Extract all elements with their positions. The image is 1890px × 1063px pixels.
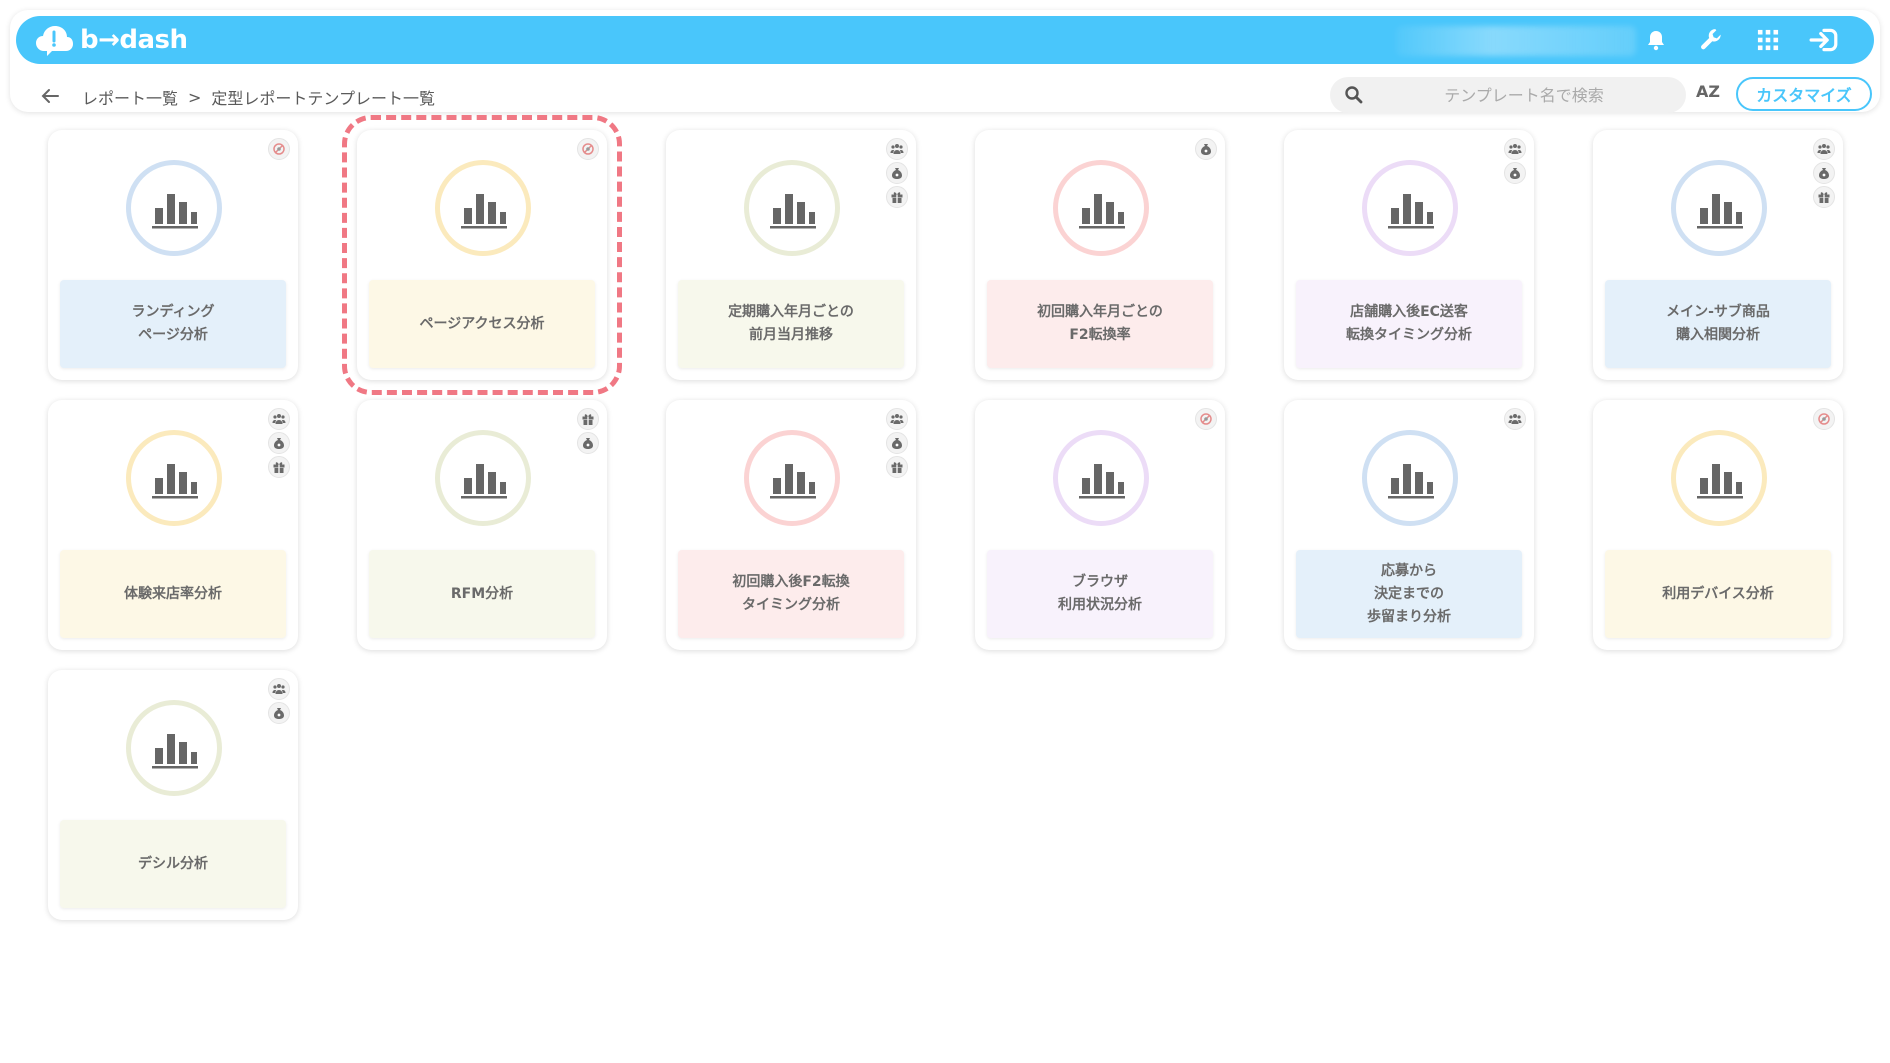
card-badges xyxy=(1504,408,1526,430)
money-icon xyxy=(886,432,908,454)
bar-chart-icon xyxy=(126,160,222,256)
no-view-icon xyxy=(268,138,290,160)
users-icon xyxy=(886,138,908,160)
user-name-blurred xyxy=(1396,26,1636,56)
users-icon xyxy=(1504,408,1526,430)
gift-icon xyxy=(886,186,908,208)
bell-icon[interactable] xyxy=(1640,24,1672,56)
logout-icon[interactable] xyxy=(1808,24,1840,56)
template-card[interactable]: 店舗購入後EC送客 転換タイミング分析 xyxy=(1284,130,1534,380)
back-arrow-icon[interactable] xyxy=(38,84,62,108)
users-icon xyxy=(268,408,290,430)
bar-chart-icon xyxy=(744,160,840,256)
sort-az-icon[interactable]: AZ xyxy=(1696,82,1726,108)
gift-icon xyxy=(1813,186,1835,208)
card-label: ページアクセス分析 xyxy=(369,280,595,368)
bar-chart-icon xyxy=(1053,160,1149,256)
template-card[interactable]: デシル分析 xyxy=(48,670,298,920)
card-badges xyxy=(886,138,908,208)
breadcrumb-current: 定型レポートテンプレート一覧 xyxy=(211,89,435,108)
template-card[interactable]: 利用デバイス分析 xyxy=(1593,400,1843,650)
money-icon xyxy=(268,702,290,724)
top-bar: b→dash xyxy=(16,16,1874,64)
users-icon xyxy=(268,678,290,700)
card-label: メイン-サブ商品 購入相関分析 xyxy=(1605,280,1831,368)
wrench-icon[interactable] xyxy=(1696,24,1728,56)
bar-chart-icon xyxy=(1671,430,1767,526)
card-label: 応募から 決定までの 歩留まり分析 xyxy=(1296,550,1522,638)
money-icon xyxy=(886,162,908,184)
bar-chart-icon xyxy=(1362,430,1458,526)
gift-icon xyxy=(268,456,290,478)
card-badges xyxy=(268,138,290,160)
no-view-icon xyxy=(1813,408,1835,430)
card-badges xyxy=(1813,408,1835,430)
card-badges xyxy=(577,138,599,160)
card-label: 利用デバイス分析 xyxy=(1605,550,1831,638)
template-card[interactable]: 定期購入年月ごとの 前月当月推移 xyxy=(666,130,916,380)
logo-cloud-icon xyxy=(34,23,74,57)
search-input[interactable] xyxy=(1374,77,1674,113)
card-label: 定期購入年月ごとの 前月当月推移 xyxy=(678,280,904,368)
card-badges xyxy=(886,408,908,478)
money-icon xyxy=(1504,162,1526,184)
customize-button[interactable]: カスタマイズ xyxy=(1736,77,1872,111)
search-icon xyxy=(1345,86,1363,104)
card-label: ランディング ページ分析 xyxy=(60,280,286,368)
bar-chart-icon xyxy=(1671,160,1767,256)
bar-chart-icon xyxy=(435,160,531,256)
template-card[interactable]: 初回購入後F2転換 タイミング分析 xyxy=(666,400,916,650)
card-label: 体験来店率分析 xyxy=(60,550,286,638)
template-card[interactable]: ページアクセス分析 xyxy=(342,115,622,395)
template-card[interactable]: 体験来店率分析 xyxy=(48,400,298,650)
money-icon xyxy=(268,432,290,454)
search-box xyxy=(1330,77,1686,113)
template-card[interactable]: RFM分析 xyxy=(357,400,607,650)
users-icon xyxy=(1504,138,1526,160)
card-badges xyxy=(1195,408,1217,430)
card-badges xyxy=(1195,138,1217,160)
bar-chart-icon xyxy=(126,700,222,796)
card-badges xyxy=(268,678,290,724)
no-view-icon xyxy=(1195,408,1217,430)
logo-text: b→dash xyxy=(80,25,188,55)
money-icon xyxy=(1195,138,1217,160)
template-card[interactable]: ブラウザ 利用状況分析 xyxy=(975,400,1225,650)
sub-header: レポート一覧 > 定型レポートテンプレート一覧 AZ カスタマイズ xyxy=(10,74,1880,118)
card-label: 初回購入後F2転換 タイミング分析 xyxy=(678,550,904,638)
gift-icon xyxy=(886,456,908,478)
users-icon xyxy=(886,408,908,430)
card-badges xyxy=(1813,138,1835,208)
breadcrumb: レポート一覧 > 定型レポートテンプレート一覧 xyxy=(82,85,435,109)
users-icon xyxy=(1813,138,1835,160)
bar-chart-icon xyxy=(435,430,531,526)
card-label: デシル分析 xyxy=(60,820,286,908)
template-card[interactable]: メイン-サブ商品 購入相関分析 xyxy=(1593,130,1843,380)
money-icon xyxy=(1813,162,1835,184)
card-badges xyxy=(577,408,599,454)
bar-chart-icon xyxy=(1053,430,1149,526)
no-view-icon xyxy=(577,138,599,160)
gift-icon xyxy=(577,408,599,430)
breadcrumb-report-list[interactable]: レポート一覧 xyxy=(82,85,178,109)
template-card[interactable]: 応募から 決定までの 歩留まり分析 xyxy=(1284,400,1534,650)
bar-chart-icon xyxy=(1362,160,1458,256)
breadcrumb-separator: > xyxy=(188,87,202,107)
logo[interactable]: b→dash xyxy=(34,22,188,58)
template-card[interactable]: ランディング ページ分析 xyxy=(48,130,298,380)
card-label: ブラウザ 利用状況分析 xyxy=(987,550,1213,638)
template-card[interactable]: 初回購入年月ごとの F2転換率 xyxy=(975,130,1225,380)
money-icon xyxy=(577,432,599,454)
card-badges xyxy=(1504,138,1526,184)
card-label: 店舗購入後EC送客 転換タイミング分析 xyxy=(1296,280,1522,368)
card-badges xyxy=(268,408,290,478)
bar-chart-icon xyxy=(126,430,222,526)
card-label: 初回購入年月ごとの F2転換率 xyxy=(987,280,1213,368)
apps-grid-icon[interactable] xyxy=(1752,24,1784,56)
bar-chart-icon xyxy=(744,430,840,526)
card-label: RFM分析 xyxy=(369,550,595,638)
